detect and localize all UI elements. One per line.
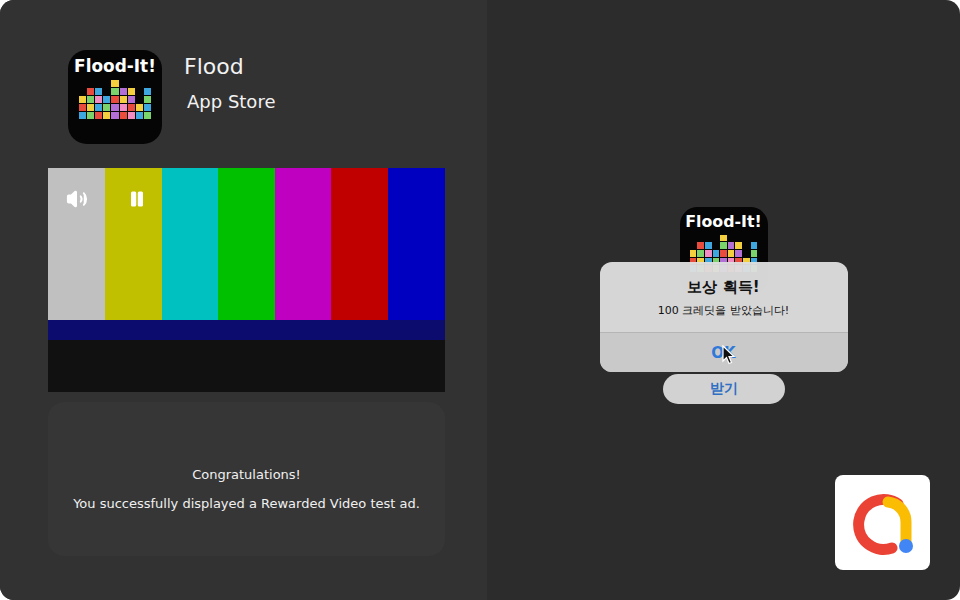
screen: Flood-It! Flood App Store Congratulations! Y… [0,0,960,600]
app-name: Flood [184,54,275,79]
app-panel: Flood-It! 보상 획득! 100 크레딧을 받았습니다! OK받기 [487,0,960,600]
store-label: App Store [184,91,275,112]
ad-message: Congratulations! You successfully display… [48,402,445,556]
ad-header: Flood-It! Flood App Store [48,50,445,144]
cursor-icon [722,345,736,365]
app-icon: Flood-It! [68,50,162,144]
pause-icon[interactable] [128,190,146,208]
pixel-grid-icon [79,80,150,119]
playback-icon [128,190,146,208]
icon-label: Flood-It! [74,56,156,76]
video-player[interactable] [48,168,445,392]
dialog-title: 보상 획득! [687,278,759,297]
reward-dialog: 보상 획득! 100 크레딧을 받았습니다! OK [600,262,848,372]
ad-panel: Flood-It! Flood App Store Congratulations! Y… [0,0,487,600]
dialog-button[interactable]: OK [600,332,848,372]
admob-logo-icon [848,488,918,558]
admob-badge [835,475,930,570]
icon-label: Flood-It! [685,212,762,231]
speaker-icon [66,188,88,210]
volume-icon[interactable] [66,188,88,210]
message-title: Congratulations! [192,467,301,482]
dialog-message: 100 크레딧을 받았습니다! [658,303,789,318]
message-body: You successfully displayed a Rewarded Vi… [73,496,420,511]
reward-button[interactable]: 받기 [663,374,785,404]
